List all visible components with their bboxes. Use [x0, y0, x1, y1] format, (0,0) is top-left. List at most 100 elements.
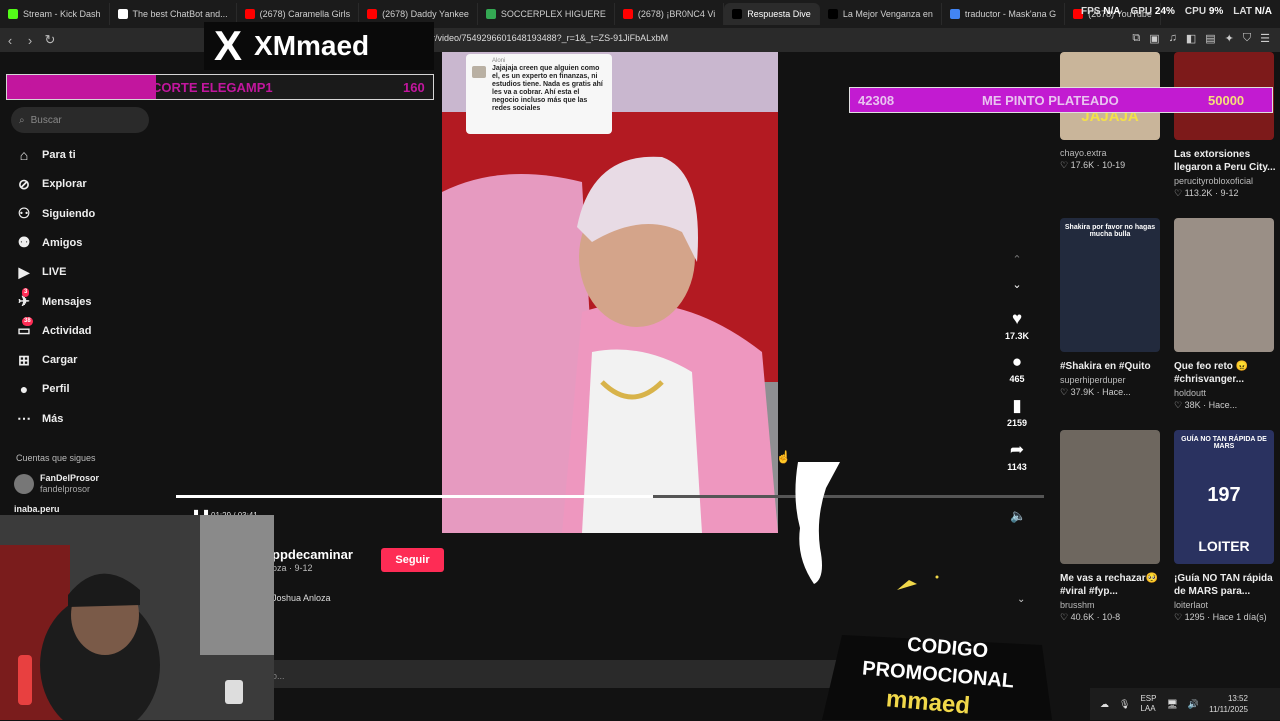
tab-favicon-icon — [732, 9, 743, 19]
browser-tab[interactable]: Stream - Kick Dash — [0, 3, 110, 25]
clock-time: 13:52 — [1227, 694, 1248, 703]
separator: · — [1200, 400, 1209, 410]
feed-video-author: chayo.extra — [1060, 148, 1107, 158]
clock[interactable]: 13:52 11/11/2025 — [1209, 693, 1248, 715]
prev-video-icon[interactable]: ⌃ — [1004, 253, 1030, 266]
browser-tab[interactable]: traductor - Mask'ana G — [942, 3, 1066, 25]
language-indicator[interactable]: ESP LAA — [1140, 694, 1156, 714]
share-icon: ➦ — [1009, 440, 1025, 459]
more-icon: ⋯ — [17, 410, 31, 427]
browser-tab[interactable]: SOCCERPLEX HIGUERE — [478, 3, 615, 25]
tab-label: Respuesta Dive — [747, 9, 811, 19]
sidebar-item-live[interactable]: ▶ LIVE — [16, 264, 67, 280]
chevron-down-icon[interactable]: ⌄ — [1017, 594, 1025, 605]
video-author[interactable]: ppdecaminar — [272, 547, 353, 562]
feed-video-card[interactable]: Me vas a rechazar🥺 #viral #fyp... brusshm… — [1060, 430, 1166, 623]
sidebar-item-actividad[interactable]: ▭ 38 Actividad — [16, 316, 92, 339]
feed-video-card[interactable]: Shakira por favor no hagas mucha bulla #S… — [1060, 218, 1166, 398]
feed-video-author: holdoutt — [1174, 388, 1207, 398]
feed-video-stats: ♡ 37.9K · Hace... — [1060, 387, 1166, 398]
video-progress-bar[interactable] — [176, 495, 1044, 498]
video-meta: oza · 9-12 — [272, 563, 313, 573]
sidebar-item-amigos[interactable]: ⚉ Amigos — [16, 234, 83, 251]
menu-icon[interactable]: ☰ — [1260, 32, 1270, 45]
like-button[interactable]: ♥ 17.3K — [1004, 309, 1030, 341]
separator: · — [1094, 387, 1103, 397]
reload-icon[interactable]: ↻ — [40, 32, 60, 48]
url-text[interactable]: r/video/7549296601648193488?_r=1&_t=ZS-9… — [432, 33, 668, 43]
gpu-readout: GPU 24% — [1130, 6, 1175, 17]
sidebar-item-para-ti[interactable]: ⌂ Para ti — [16, 147, 76, 163]
followed-account[interactable]: FanDelProsor fandelprosor — [14, 473, 99, 495]
feed-video-card[interactable]: Que feo reto 😠 #chrisvanger... holdoutt ♡ … — [1174, 218, 1280, 411]
sidebar-item-label: Amigos — [42, 236, 83, 249]
sidebar-item-m-s[interactable]: ⋯ Más — [16, 410, 63, 427]
speaker-icon[interactable]: 🔊 — [1188, 699, 1199, 710]
tab-label: traductor - Mask'ana G — [964, 9, 1057, 19]
feed-video-card[interactable]: GUÍA NO TAN RÁPIDA DE MARS 197 LOITER ¡Guía… — [1174, 430, 1280, 623]
screenshot-icon[interactable]: ▣ — [1149, 32, 1159, 45]
feed-date: Hace... — [1208, 400, 1238, 410]
thumbnail-number: 197 — [1207, 484, 1241, 506]
back-icon[interactable]: ‹ — [0, 33, 20, 48]
sidebar-item-mensajes[interactable]: ✈ 3 Mensajes — [16, 287, 92, 310]
goal-current: 42308 — [858, 93, 895, 108]
extension-icon[interactable]: ⧉ — [1132, 32, 1140, 45]
tab-favicon-icon — [117, 9, 128, 19]
share-button[interactable]: ➦ 1143 — [1004, 440, 1030, 472]
search-icon: ⌕ — [19, 114, 25, 126]
save-count: 2159 — [1006, 418, 1028, 428]
video-player[interactable]: Aloni Jajajaja creen que alguien como el… — [442, 52, 778, 533]
sidebar-icon[interactable]: ◧ — [1186, 32, 1196, 45]
goal-target: 160 — [403, 80, 425, 95]
sparkle-icon[interactable]: ✦ — [1225, 32, 1234, 45]
forward-icon[interactable]: › — [20, 33, 40, 48]
goal-label: CORTE ELEGAMP1 — [152, 80, 273, 95]
network-icon[interactable]: 🖥 — [1166, 699, 1177, 710]
sidebar-item-explorar[interactable]: ⊘ Explorar — [16, 176, 87, 192]
follow-button[interactable]: Seguir — [381, 548, 444, 572]
sidebar-item-label: Mensajes — [42, 295, 92, 308]
feed-video-stats: ♡ 113.2K · 9-12 — [1174, 188, 1280, 199]
music-credit[interactable]: Joshua Anloza — [272, 593, 331, 603]
tab-favicon-icon — [8, 9, 18, 19]
separator: · — [1204, 612, 1213, 622]
shield-icon[interactable]: ⛉ — [1243, 32, 1251, 45]
comment-button[interactable]: ● 465 — [1004, 352, 1030, 384]
like-count: 17.3K — [1004, 331, 1030, 341]
sidebar-item-siguiendo[interactable]: ⚇ Siguiendo — [16, 205, 95, 222]
tray-icon[interactable]: ☁ — [1100, 699, 1109, 710]
feed-video-stats: ♡ 17.6K · 10-19 — [1060, 160, 1160, 171]
comment-text: Jajajaja creen que alguien como el, es u… — [492, 65, 603, 112]
feed-video-card[interactable]: TAREA ROBLOX LAS EXTORSIONES LLEGARANLas… — [1174, 52, 1280, 199]
browser-tab[interactable]: La Mejor Venganza en — [820, 3, 942, 25]
browser-tab[interactable]: (2678) ¡BR0NC4 Vi — [615, 3, 725, 25]
sidebar-item-label: Actividad — [42, 324, 92, 337]
extensions-toolbar: ⧉ ▣ ♫ ◧ ▤ ✦ ⛉ ☰ — [1132, 32, 1270, 45]
compass-icon: ⊘ — [18, 175, 30, 192]
sidebar-item-cargar[interactable]: ⊞ Cargar — [16, 352, 77, 368]
next-video-icon[interactable]: ⌄ — [1004, 278, 1030, 291]
feed-like-count: 40.6K — [1070, 612, 1095, 622]
browser-tab[interactable]: Respuesta Dive — [724, 3, 820, 25]
separator: · — [1094, 612, 1103, 622]
heart-outline-icon: ♡ — [1060, 387, 1071, 397]
save-button[interactable]: ▮ 2159 — [1004, 396, 1030, 428]
music-icon[interactable]: ♫ — [1169, 32, 1177, 45]
notification-badge: 3 — [22, 287, 30, 297]
following-icon: ⚇ — [17, 205, 31, 222]
feed-video-author: brusshm — [1060, 600, 1095, 610]
promo-code-banner: CODIGO PROMOCIONAL mmaed — [812, 627, 1082, 720]
goal-current: 56 — [17, 80, 32, 95]
volume-icon[interactable]: 🔈 — [1010, 508, 1026, 524]
separator: · — [1094, 160, 1103, 170]
wallet-icon[interactable]: ▤ — [1205, 32, 1215, 45]
search-input[interactable]: ⌕ Buscar — [11, 107, 149, 133]
sidebar-item-label: Explorar — [42, 178, 87, 191]
video-thumbnail: GUÍA NO TAN RÁPIDA DE MARS 197 LOITER — [1174, 430, 1274, 564]
tab-label: (2678) Caramella Girls — [259, 9, 351, 19]
followed-account[interactable]: inaba.peru — [14, 504, 60, 515]
sidebar-item-perfil[interactable]: ● Perfil — [16, 381, 70, 397]
feed-date: 9-12 — [1220, 188, 1239, 198]
microphone-icon[interactable]: 🎙 — [1119, 699, 1130, 710]
